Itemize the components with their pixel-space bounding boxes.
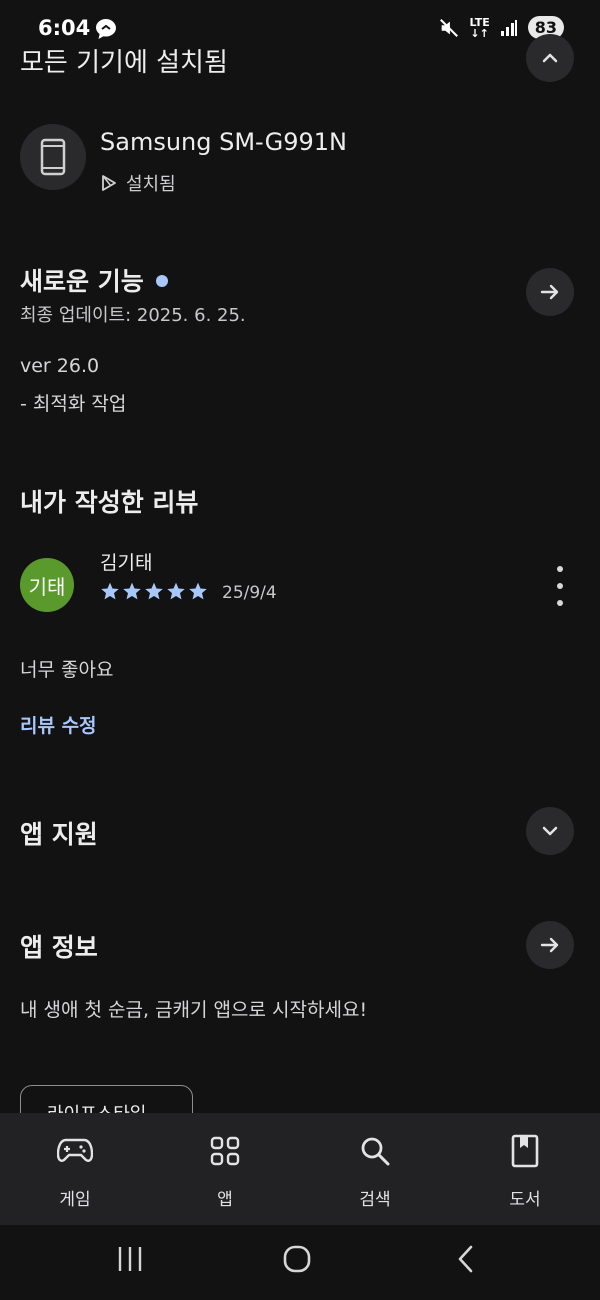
signal-icon bbox=[500, 19, 517, 36]
release-notes: - 최적화 작업 bbox=[20, 393, 127, 415]
app-description: 내 생애 첫 순금, 금캐기 앱으로 시작하세요! bbox=[20, 999, 368, 1021]
apps-grid-icon bbox=[207, 1133, 243, 1169]
phone-icon bbox=[20, 124, 86, 190]
whats-new-arrow-button[interactable] bbox=[526, 268, 574, 316]
search-icon bbox=[357, 1133, 393, 1169]
app-info-arrow-button[interactable] bbox=[526, 921, 574, 969]
star-icon bbox=[145, 582, 163, 600]
reviewer-name: 김기태 bbox=[100, 552, 153, 574]
bottom-navigation: 게임 앱 검색 도서 bbox=[0, 1113, 600, 1225]
expand-support-button[interactable] bbox=[526, 807, 574, 855]
nav-search[interactable]: 검색 bbox=[300, 1113, 450, 1225]
app-info-title: 앱 정보 bbox=[20, 933, 98, 962]
nav-games[interactable]: 게임 bbox=[0, 1113, 150, 1225]
nav-apps[interactable]: 앱 bbox=[150, 1113, 300, 1225]
nav-label: 앱 bbox=[217, 1190, 233, 1210]
book-icon bbox=[507, 1133, 543, 1169]
recent-apps-icon bbox=[118, 1247, 142, 1271]
device-status-label: 설치됨 bbox=[126, 174, 176, 195]
status-time: 6:04 bbox=[38, 16, 91, 40]
my-review-title: 내가 작성한 리뷰 bbox=[20, 488, 199, 517]
chat-bubble-icon bbox=[96, 19, 116, 39]
app-support-title: 앱 지원 bbox=[20, 820, 98, 849]
play-store-icon bbox=[102, 175, 116, 191]
more-options-icon[interactable] bbox=[548, 566, 572, 606]
edit-review-link[interactable]: 리뷰 수정 bbox=[20, 711, 97, 738]
chevron-down-icon bbox=[542, 826, 558, 836]
device-install-status: 설치됨 bbox=[100, 170, 176, 196]
star-icon bbox=[189, 582, 207, 600]
version-text: ver 26.0 bbox=[20, 355, 100, 377]
star-icon bbox=[101, 582, 119, 600]
star-icon bbox=[167, 582, 185, 600]
recent-apps-button[interactable] bbox=[100, 1239, 160, 1279]
chevron-up-icon bbox=[542, 53, 558, 63]
gamepad-icon bbox=[57, 1133, 93, 1169]
home-icon bbox=[283, 1245, 311, 1273]
star-icon bbox=[123, 582, 141, 600]
collapse-button[interactable] bbox=[526, 34, 574, 82]
review-date: 25/9/4 bbox=[222, 583, 277, 603]
device-row: Samsung SM-G991N 설치됨 bbox=[20, 124, 580, 196]
arrow-right-icon bbox=[540, 284, 559, 300]
device-name: Samsung SM-G991N bbox=[100, 128, 347, 156]
back-chevron-icon bbox=[458, 1245, 473, 1273]
avatar: 기태 bbox=[20, 558, 74, 612]
nav-books[interactable]: 도서 bbox=[450, 1113, 600, 1225]
installed-section-title: 모든 기기에 설치됨 bbox=[20, 48, 228, 78]
new-indicator-dot bbox=[155, 275, 168, 287]
mute-icon bbox=[439, 18, 458, 37]
system-navigation-bar bbox=[0, 1225, 600, 1300]
nav-label: 게임 bbox=[59, 1190, 91, 1210]
last-updated: 최종 업데이트: 2025. 6. 25. bbox=[20, 305, 246, 326]
nav-label: 검색 bbox=[359, 1190, 391, 1210]
arrow-right-icon bbox=[540, 937, 559, 953]
home-button[interactable] bbox=[267, 1239, 327, 1279]
star-rating bbox=[100, 581, 208, 601]
network-type: LTE ↓↑ bbox=[469, 15, 490, 40]
whats-new-title: 새로운 기능 bbox=[20, 262, 168, 298]
back-button[interactable] bbox=[436, 1239, 496, 1279]
nav-label: 도서 bbox=[509, 1190, 541, 1210]
review-text: 너무 좋아요 bbox=[20, 659, 114, 681]
